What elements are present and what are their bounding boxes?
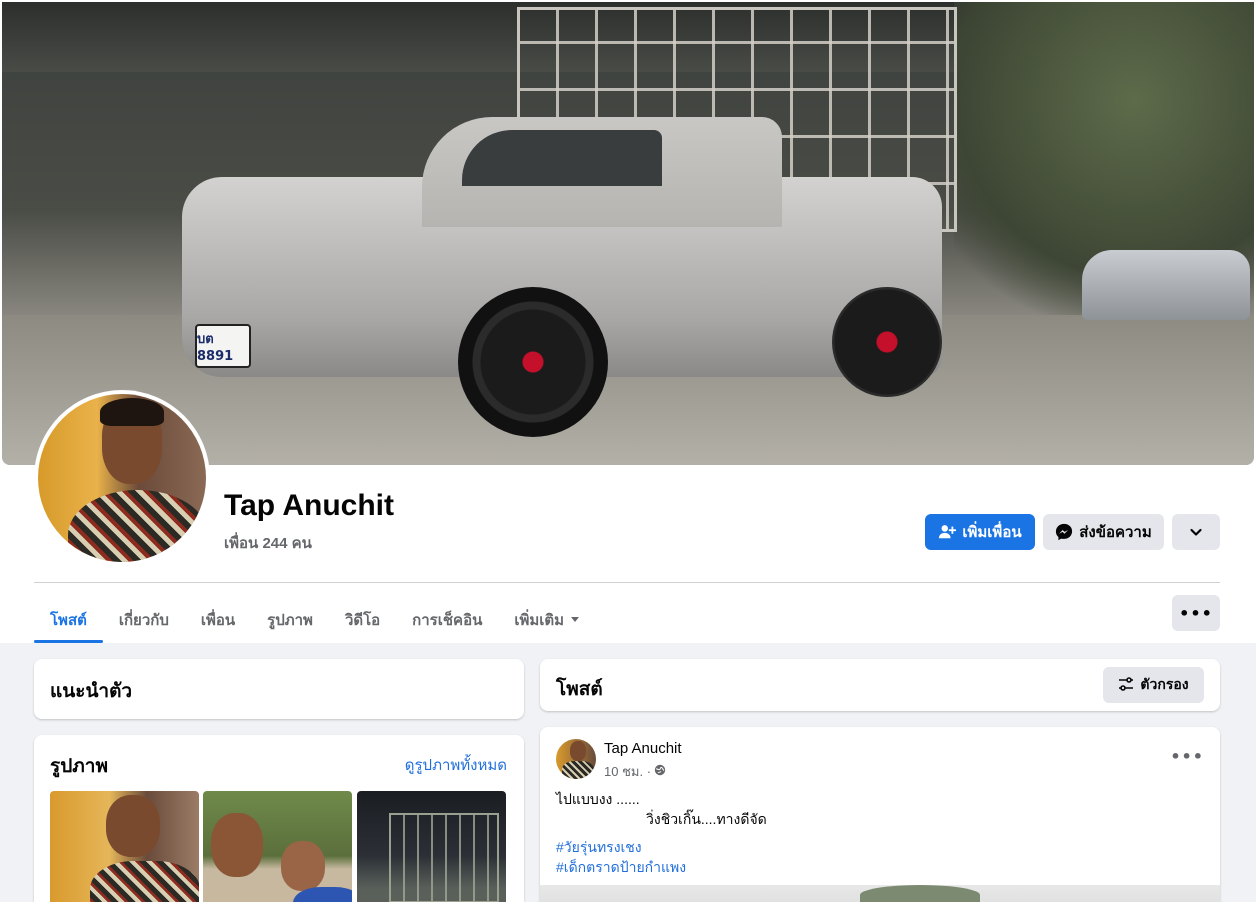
- chevron-down-icon: [1189, 525, 1203, 539]
- photo-face: [211, 813, 263, 877]
- hashtag-link[interactable]: #วัยรุ่นทรงเชง: [556, 837, 767, 857]
- cover-rear-wheel: [832, 287, 942, 397]
- cover-photo[interactable]: บต 8891: [2, 2, 1254, 465]
- profile-name: Tap Anuchit: [224, 489, 394, 522]
- post-line: วิ่งชิวเกิ๊น....ทางดีจัด: [646, 811, 767, 827]
- tab-posts[interactable]: โพสต์: [34, 596, 103, 643]
- add-friend-label: เพิ่มเพื่อน: [962, 524, 1022, 541]
- tab-about-label: เกี่ยวกับ: [118, 611, 169, 629]
- intro-title: แนะนำตัว: [50, 681, 133, 702]
- add-friend-button[interactable]: เพิ่มเพื่อน: [925, 514, 1035, 550]
- post-timestamp[interactable]: 10 ชม. ·: [604, 761, 651, 782]
- post-image[interactable]: [540, 885, 1220, 902]
- post-options-button[interactable]: •••: [1170, 747, 1204, 766]
- tab-videos-label: วิดีโอ: [344, 611, 381, 629]
- post-image-tree: [860, 885, 980, 902]
- messenger-icon: [1055, 523, 1073, 541]
- posts-title: โพสต์: [556, 679, 603, 700]
- post-meta: 10 ชม. ·: [604, 761, 666, 782]
- photo-thumbnail[interactable]: [357, 791, 506, 902]
- photo-shirt: [90, 861, 199, 902]
- post-author-name[interactable]: Tap Anuchit: [604, 740, 682, 757]
- post-avatar-face: [570, 741, 586, 761]
- tab-posts-label: โพสต์: [50, 611, 87, 629]
- tab-photos[interactable]: รูปภาพ: [251, 596, 329, 643]
- tab-about[interactable]: เกี่ยวกับ: [103, 596, 185, 643]
- tab-checkins-label: การเช็คอิน: [412, 611, 483, 629]
- tab-friends[interactable]: เพื่อน: [185, 596, 251, 643]
- photos-card: รูปภาพ ดูรูปภาพทั้งหมด: [34, 735, 524, 902]
- cover-front-wheel: [458, 287, 608, 437]
- message-label: ส่งข้อความ: [1079, 524, 1152, 541]
- tab-checkins[interactable]: การเช็คอิน: [396, 596, 498, 643]
- avatar-shirt: [68, 490, 206, 562]
- filter-button[interactable]: ตัวกรอง: [1103, 667, 1204, 703]
- photo-truck-rack: [389, 813, 499, 902]
- person-plus-icon: [938, 523, 957, 541]
- cover-truck-window: [462, 130, 662, 186]
- profile-avatar[interactable]: [38, 394, 206, 562]
- more-actions-button[interactable]: [1172, 514, 1220, 550]
- tab-friends-label: เพื่อน: [200, 611, 236, 629]
- tab-more-label: เพิ่มเติม: [514, 611, 565, 629]
- tab-photos-label: รูปภาพ: [267, 611, 313, 629]
- post-avatar-shirt: [562, 761, 594, 779]
- post-text: ไปแบบงง ...... วิ่งชิวเกิ๊น....ทางดีจัด …: [556, 789, 767, 877]
- posts-header-card: โพสต์ ตัวกรอง: [540, 659, 1220, 711]
- photo-face: [281, 841, 325, 891]
- filter-label: ตัวกรอง: [1140, 676, 1189, 692]
- photo-face: [106, 795, 160, 857]
- friends-count[interactable]: เพื่อน 244 คน: [224, 531, 312, 555]
- tab-more[interactable]: เพิ่มเติม: [498, 596, 596, 643]
- photo-thumbnail[interactable]: [50, 791, 199, 902]
- see-all-photos-link[interactable]: ดูรูปภาพทั้งหมด: [405, 753, 507, 777]
- tab-videos[interactable]: วิดีโอ: [329, 596, 396, 643]
- globe-icon: [654, 764, 666, 779]
- post-author-avatar[interactable]: [556, 739, 596, 779]
- caret-down-icon: [570, 611, 580, 628]
- sliders-icon: [1118, 676, 1134, 695]
- photos-title: รูปภาพ: [50, 756, 108, 777]
- tabs-more-button[interactable]: •••: [1172, 595, 1220, 631]
- cover-license-plate: บต 8891: [195, 324, 251, 368]
- hashtag-link[interactable]: #เด็กตราดป้ายกำแพง: [556, 857, 767, 877]
- message-button[interactable]: ส่งข้อความ: [1043, 514, 1164, 550]
- cover-background-car: [1082, 250, 1250, 320]
- intro-card: แนะนำตัว: [34, 659, 524, 719]
- post-line: ไปแบบงง ......: [556, 791, 640, 807]
- avatar-hair: [100, 398, 164, 426]
- photo-thumbnail[interactable]: [203, 791, 352, 902]
- post-card: Tap Anuchit 10 ชม. · ••• ไปแบบงง ...... …: [540, 727, 1220, 902]
- header-divider: [34, 582, 1220, 583]
- profile-tabs: โพสต์ เกี่ยวกับ เพื่อน รูปภาพ วิดีโอ การ…: [34, 596, 596, 643]
